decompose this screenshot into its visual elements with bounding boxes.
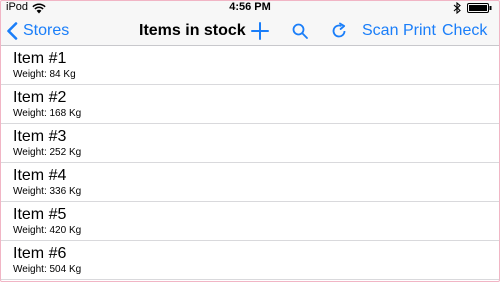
- items-list: Item #1 Weight: 84 Kg Item #2 Weight: 16…: [0, 46, 500, 280]
- scan-button[interactable]: Scan: [362, 16, 398, 46]
- list-item[interactable]: Item #2 Weight: 168 Kg: [0, 85, 500, 124]
- item-title: Item #5: [13, 206, 67, 223]
- search-icon: [292, 23, 308, 39]
- item-title: Item #2: [13, 89, 67, 106]
- item-title: Item #3: [13, 128, 67, 145]
- back-button-label: Stores: [23, 22, 70, 39]
- refresh-button[interactable]: [329, 16, 349, 46]
- page-title: Items in stock: [139, 22, 246, 39]
- check-button[interactable]: Check: [442, 16, 487, 46]
- item-title: Item #1: [13, 50, 67, 67]
- print-button[interactable]: Print: [403, 16, 436, 46]
- chevron-left-icon: [7, 22, 18, 40]
- add-icon: [251, 22, 269, 40]
- item-weight: Weight: 252 Kg: [13, 147, 82, 158]
- item-weight: Weight: 84 Kg: [13, 69, 76, 80]
- add-button[interactable]: [250, 16, 270, 46]
- battery-icon: [467, 3, 492, 13]
- item-title: Item #4: [13, 167, 67, 184]
- item-weight: Weight: 168 Kg: [13, 108, 82, 119]
- item-weight: Weight: 420 Kg: [13, 225, 82, 236]
- refresh-icon: [332, 22, 346, 38]
- status-time: 4:56 PM: [229, 1, 271, 13]
- list-item[interactable]: Item #1 Weight: 84 Kg: [0, 46, 500, 85]
- item-weight: Weight: 504 Kg: [13, 264, 82, 275]
- bluetooth-icon: [453, 2, 461, 14]
- list-item[interactable]: Item #5 Weight: 420 Kg: [0, 202, 500, 241]
- list-item[interactable]: Item #6 Weight: 504 Kg: [0, 241, 500, 280]
- item-weight: Weight: 336 Kg: [13, 186, 82, 197]
- status-bar: iPod 4:56 PM: [0, 0, 500, 16]
- list-item[interactable]: Item #4 Weight: 336 Kg: [0, 163, 500, 202]
- item-title: Item #6: [13, 245, 67, 262]
- navigation-bar: Stores Items in stock Scan Print Check: [0, 16, 500, 46]
- search-button[interactable]: [290, 16, 310, 46]
- list-item[interactable]: Item #3 Weight: 252 Kg: [0, 124, 500, 163]
- back-button[interactable]: Stores: [6, 16, 69, 46]
